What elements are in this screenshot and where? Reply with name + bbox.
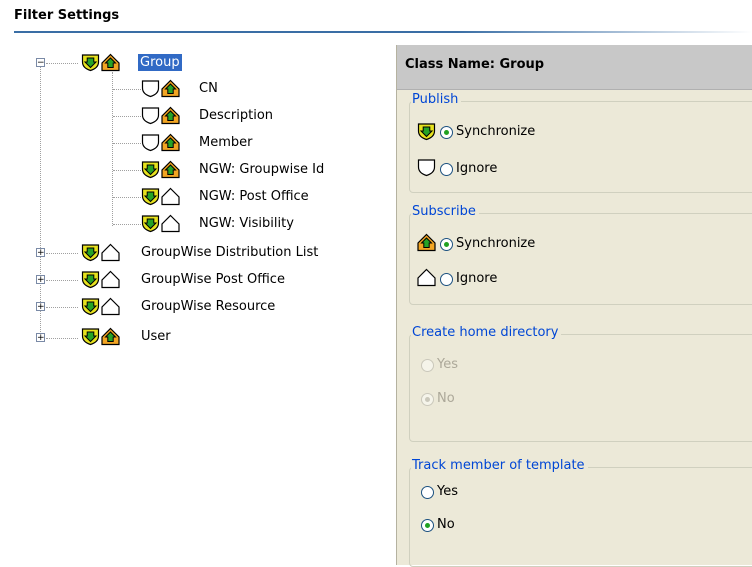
subscribe-sync-icon <box>417 233 436 252</box>
home-directory-no-radio <box>421 393 434 406</box>
filter-tree: − Group CN Description Member NGW: Group… <box>0 0 380 565</box>
publish-sync-icon <box>81 327 100 346</box>
expand-toggle-distribution-list[interactable]: + <box>36 248 45 258</box>
track-member-legend: Track member of template <box>411 458 588 473</box>
home-directory-yes-radio <box>421 359 434 372</box>
class-settings-panel: Class Name: Group Publish Synchronize Ig… <box>396 45 752 567</box>
publish-sync-icon <box>141 214 160 233</box>
publish-ignore-icon <box>417 158 436 177</box>
publish-ignore-icon <box>141 79 160 98</box>
subscribe-synchronize-label[interactable]: Synchronize <box>456 236 535 251</box>
tree-connector <box>113 143 141 144</box>
subscribe-sync-icon <box>101 327 120 346</box>
tree-connector <box>46 280 78 281</box>
subscribe-sync-icon <box>101 53 120 72</box>
tree-node-cn[interactable]: CN <box>199 80 218 97</box>
publish-ignore-icon <box>141 133 160 152</box>
publish-group <box>409 101 752 193</box>
track-member-yes-label[interactable]: Yes <box>437 484 458 499</box>
subscribe-sync-icon <box>161 133 180 152</box>
subscribe-sync-icon <box>161 106 180 125</box>
home-directory-group <box>409 334 752 442</box>
track-member-group <box>409 467 752 567</box>
subscribe-ignore-label[interactable]: Ignore <box>456 271 497 286</box>
publish-sync-icon <box>81 53 100 72</box>
publish-ignore-icon <box>141 106 160 125</box>
tree-connector <box>46 307 78 308</box>
tree-connector <box>113 89 141 90</box>
class-name-label: Class Name: Group <box>405 57 545 72</box>
tree-node-description[interactable]: Description <box>199 107 273 124</box>
subscribe-ignore-icon <box>101 297 120 316</box>
publish-sync-icon <box>141 160 160 179</box>
tree-connector <box>46 63 78 64</box>
subscribe-sync-icon <box>161 160 180 179</box>
tree-node-groupwise-distribution-list[interactable]: GroupWise Distribution List <box>141 244 318 261</box>
tree-connector <box>112 72 113 226</box>
tree-node-groupwise-post-office[interactable]: GroupWise Post Office <box>141 271 285 288</box>
expand-toggle-user[interactable]: + <box>36 333 45 343</box>
collapse-toggle-group[interactable]: − <box>36 58 45 68</box>
publish-sync-icon <box>141 187 160 206</box>
tree-connector <box>113 170 141 171</box>
tree-node-ngw-post-office[interactable]: NGW: Post Office <box>199 188 309 205</box>
tree-node-groupwise-resource[interactable]: GroupWise Resource <box>141 298 275 315</box>
subscribe-ignore-icon <box>161 214 180 233</box>
tree-node-group[interactable]: Group <box>137 53 183 72</box>
expand-toggle-post-office[interactable]: + <box>36 275 45 285</box>
tree-connector <box>113 116 141 117</box>
tree-connector <box>46 338 78 339</box>
tree-node-ngw-groupwise-id[interactable]: NGW: Groupwise Id <box>199 161 324 178</box>
subscribe-ignore-radio[interactable] <box>440 273 453 286</box>
publish-ignore-label[interactable]: Ignore <box>456 161 497 176</box>
tree-connector <box>113 224 141 225</box>
publish-ignore-radio[interactable] <box>440 163 453 176</box>
publish-sync-icon <box>81 243 100 262</box>
publish-sync-icon <box>81 270 100 289</box>
publish-synchronize-label[interactable]: Synchronize <box>456 124 535 139</box>
publish-sync-icon <box>417 122 436 141</box>
subscribe-ignore-icon <box>101 243 120 262</box>
tree-connector <box>40 63 41 338</box>
track-member-no-radio[interactable] <box>421 519 434 532</box>
panel-header: Class Name: Group <box>397 45 752 90</box>
subscribe-ignore-icon <box>417 268 436 287</box>
tree-node-ngw-visibility[interactable]: NGW: Visibility <box>199 215 294 232</box>
track-member-yes-radio[interactable] <box>421 486 434 499</box>
home-directory-yes-label: Yes <box>437 357 458 372</box>
tree-connector <box>46 253 78 254</box>
expand-toggle-resource[interactable]: + <box>36 302 45 312</box>
tree-connector <box>113 197 141 198</box>
tree-node-user[interactable]: User <box>141 328 171 345</box>
subscribe-ignore-icon <box>101 270 120 289</box>
tree-node-member[interactable]: Member <box>199 134 252 151</box>
subscribe-synchronize-radio[interactable] <box>440 238 453 251</box>
publish-synchronize-radio[interactable] <box>440 126 453 139</box>
subscribe-sync-icon <box>161 79 180 98</box>
home-directory-no-label: No <box>437 391 455 406</box>
subscribe-ignore-icon <box>161 187 180 206</box>
track-member-no-label[interactable]: No <box>437 517 455 532</box>
publish-sync-icon <box>81 297 100 316</box>
home-directory-legend: Create home directory <box>411 325 562 340</box>
subscribe-legend: Subscribe <box>411 204 479 219</box>
publish-legend: Publish <box>411 92 462 107</box>
subscribe-group <box>409 213 752 305</box>
